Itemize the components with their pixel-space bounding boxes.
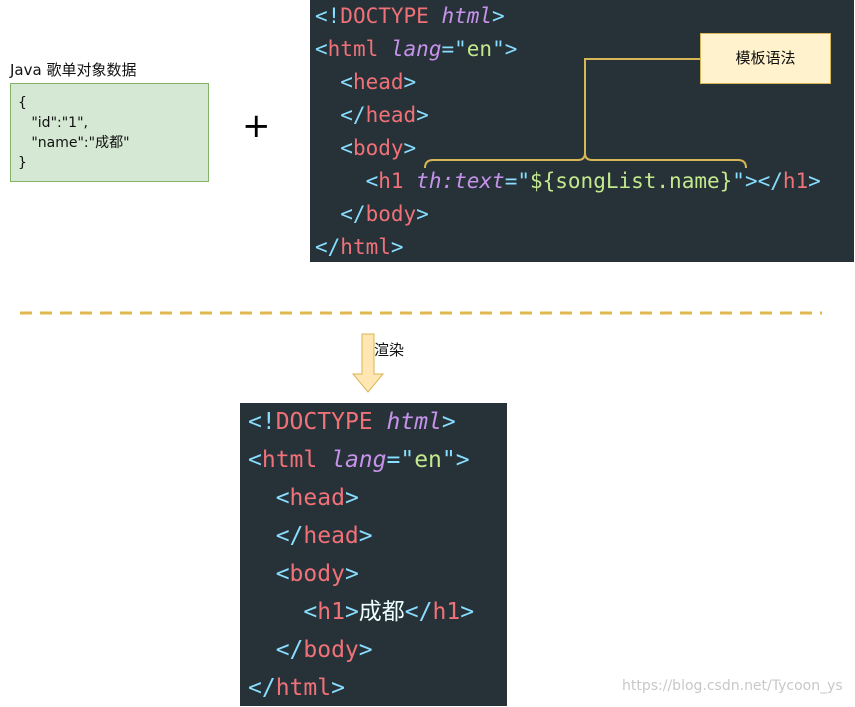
annotation-connector — [584, 58, 700, 153]
doctype-open: <! — [248, 409, 276, 435]
h1-rendered-content: 成都 — [358, 599, 405, 625]
lang-value: en — [414, 447, 442, 473]
rendered-code-block: <!DOCTYPE html> <html lang="en"> <head> … — [240, 403, 507, 706]
doctype-attr: html — [386, 409, 442, 435]
h1-tag: h1 — [317, 599, 345, 625]
code-line-body-close: </body> — [275, 637, 373, 663]
head-tag: head — [303, 523, 359, 549]
body-tag: body — [303, 637, 359, 663]
code-line-head-close: </head> — [275, 523, 373, 549]
body-tag: body — [289, 561, 345, 587]
code-line-body-open: <body> — [275, 561, 359, 587]
html-tag: html — [275, 675, 332, 701]
code-line-head-open: <head> — [275, 485, 359, 511]
code-line-html-open: <html lang="en"> — [248, 447, 470, 473]
template-syntax-brace — [424, 152, 747, 169]
code-line-html-close: </html> — [248, 675, 345, 701]
watermark: https://blog.csdn.net/Tycoon_ys — [622, 678, 843, 694]
html-tag: html — [261, 447, 318, 473]
head-tag: head — [289, 485, 345, 511]
doctype-keyword: DOCTYPE — [275, 409, 373, 435]
lang-attr: lang — [331, 447, 387, 473]
render-label: 渲染 — [374, 341, 405, 359]
h1-tag: h1 — [432, 599, 461, 625]
code-line-h1: <h1>成都</h1> — [303, 599, 475, 625]
code-line-doctype: <!DOCTYPE html> — [248, 409, 456, 435]
